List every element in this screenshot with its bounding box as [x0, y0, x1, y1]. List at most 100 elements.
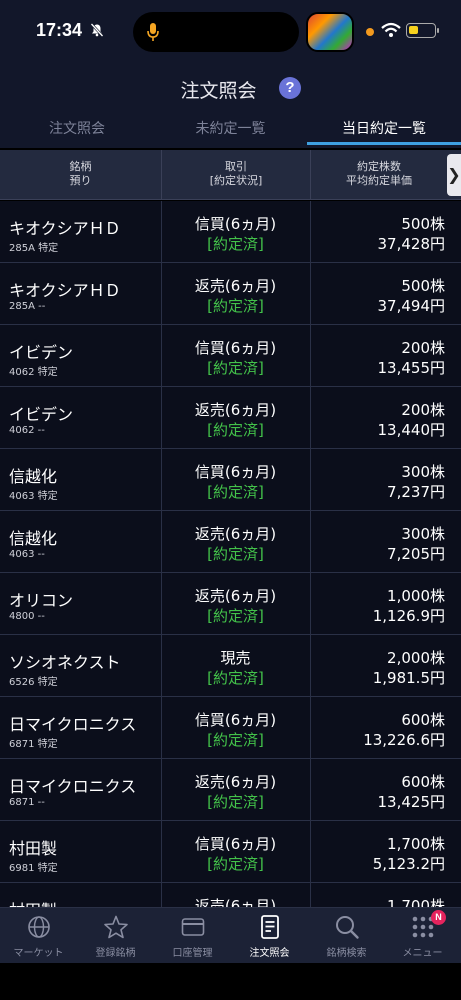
column-divider [310, 635, 311, 697]
trade-type: 信買(6ヵ月) [194, 835, 277, 853]
tab-unexecuted-list[interactable]: 未約定一覧 [154, 118, 307, 148]
table-header: 銘柄 預り 取引 [約定状況] 約定株数 平均約定単価 [0, 150, 461, 200]
column-divider [310, 325, 311, 387]
table-row[interactable]: 日マイクロニクス 6871 -- 返売(6ヵ月) [約定済] 600株 13,425円 [0, 759, 461, 821]
help-icon[interactable]: ? [279, 77, 301, 99]
trade-type: 返売(6ヵ月) [194, 897, 277, 907]
table-row[interactable]: イビデン 4062 -- 返売(6ヵ月) [約定済] 200株 13,440円 [0, 387, 461, 449]
status-time: 17:34 [36, 20, 83, 40]
stock-name: イビデン [9, 343, 74, 362]
header-price-label: 平均約定単価 [346, 174, 412, 187]
bell-slash-icon [90, 23, 104, 37]
executed-quantity: 200株 [401, 339, 445, 357]
card-icon [181, 918, 205, 936]
tabbar-label: 登録銘柄 [95, 948, 136, 959]
executed-quantity: 1,000株 [387, 587, 445, 605]
executed-quantity: 500株 [401, 277, 445, 295]
trade-type: 返売(6ヵ月) [194, 525, 277, 543]
search-icon [336, 916, 359, 939]
stock-code-account: 4062 特定 [9, 367, 58, 378]
executed-quantity: 600株 [401, 711, 445, 729]
column-divider [310, 263, 311, 325]
execution-status: [約定済] [207, 545, 264, 563]
tab-order-inquiry[interactable]: 注文照会 [0, 118, 154, 148]
executed-quantity: 300株 [401, 463, 445, 481]
stock-name: オリコン [9, 591, 74, 610]
trade-type: 信買(6ヵ月) [194, 215, 277, 233]
table-row[interactable]: 村田製 6981 特定 信買(6ヵ月) [約定済] 1,700株 5,123.2円 [0, 821, 461, 883]
tabbar-stock-search[interactable]: 銘柄検索 [308, 908, 385, 964]
notification-badge: N [431, 910, 446, 925]
trade-type: 返売(6ヵ月) [194, 401, 277, 419]
home-indicator-area [0, 963, 461, 1000]
stock-code-account: 6526 特定 [9, 677, 58, 688]
tabbar-account[interactable]: 口座管理 [154, 908, 231, 964]
status-bar: 17:34 [0, 0, 461, 62]
average-price: 1,126.9円 [372, 607, 445, 625]
bottom-tab-bar: マーケット 登録銘柄 口座管理 注文照会 銘柄検索 N メニュー [0, 907, 461, 963]
tabbar-market[interactable]: マーケット [0, 908, 77, 964]
average-price: 7,237円 [387, 483, 445, 501]
tabbar-label: マーケット [13, 948, 64, 959]
table-row[interactable]: オリコン 4800 -- 返売(6ヵ月) [約定済] 1,000株 1,126.9円 [0, 573, 461, 635]
table-row[interactable]: 信越化 4063 特定 信買(6ヵ月) [約定済] 300株 7,237円 [0, 449, 461, 511]
executed-quantity: 500株 [401, 215, 445, 233]
average-price: 13,440円 [377, 421, 446, 439]
execution-status: [約定済] [207, 731, 264, 749]
execution-status: [約定済] [207, 607, 264, 625]
stock-code-account: 4062 -- [9, 425, 45, 436]
tabbar-label: 注文照会 [249, 948, 290, 959]
trade-type: 返売(6ヵ月) [194, 277, 277, 295]
execution-status: [約定済] [207, 669, 264, 687]
header-trade: 取引 [約定状況] [162, 150, 310, 200]
header-quantity: 約定株数 平均約定単価 [311, 150, 447, 200]
trade-type: 現売 [220, 649, 251, 667]
scroll-right-button[interactable]: ❯ [447, 154, 461, 196]
execution-status: [約定済] [207, 793, 264, 811]
executed-quantity: 600株 [401, 773, 445, 791]
table-row[interactable]: ソシオネクスト 6526 特定 現売 [約定済] 2,000株 1,981.5円 [0, 635, 461, 697]
column-divider [310, 387, 311, 449]
column-divider [310, 883, 311, 907]
tabbar-menu[interactable]: N メニュー [384, 908, 461, 964]
table-row[interactable]: キオクシアＨＤ 285A -- 返売(6ヵ月) [約定済] 500株 37,494円 [0, 263, 461, 325]
execution-status: [約定済] [207, 297, 264, 315]
tabbar-watchlist[interactable]: 登録銘柄 [77, 908, 154, 964]
trade-type: 信買(6ヵ月) [194, 463, 277, 481]
header-custody-label: 預り [69, 174, 92, 187]
stock-code-account: 6981 特定 [9, 863, 58, 874]
executed-quantity: 2,000株 [387, 649, 445, 667]
table-row[interactable]: 日マイクロニクス 6871 特定 信買(6ヵ月) [約定済] 600株 13,226.6円 [0, 697, 461, 759]
average-price: 13,425円 [377, 793, 446, 811]
stock-name: 信越化 [9, 529, 58, 548]
table-row[interactable]: イビデン 4062 特定 信買(6ヵ月) [約定済] 200株 13,455円 [0, 325, 461, 387]
column-divider [310, 821, 311, 883]
executed-quantity: 1,700株 [387, 835, 445, 853]
trade-type: 信買(6ヵ月) [194, 339, 277, 357]
column-divider [310, 759, 311, 821]
average-price: 7,205円 [387, 545, 445, 563]
tabbar-order-inquiry[interactable]: 注文照会 [231, 908, 308, 964]
table-row[interactable]: 村田製 返売(6ヵ月) 1,700株 [0, 883, 461, 907]
average-price: 5,123.2円 [372, 855, 445, 873]
average-price: 37,428円 [377, 235, 446, 253]
stock-name: キオクシアＨＤ [9, 281, 121, 300]
star-icon [104, 915, 128, 939]
column-divider [310, 201, 311, 263]
table-row[interactable]: キオクシアＨＤ 285A 特定 信買(6ヵ月) [約定済] 500株 37,428円 [0, 201, 461, 263]
column-divider [310, 511, 311, 573]
header-stock: 銘柄 預り [0, 150, 161, 200]
executed-quantity: 300株 [401, 525, 445, 543]
stock-name: 村田製 [9, 839, 58, 858]
executed-quantity: 200株 [401, 401, 445, 419]
table-row[interactable]: 信越化 4063 -- 返売(6ヵ月) [約定済] 300株 7,205円 [0, 511, 461, 573]
column-divider [310, 573, 311, 635]
active-tab-indicator [307, 142, 461, 145]
page-title: 注文照会 [180, 80, 257, 102]
execution-status: [約定済] [207, 235, 264, 253]
battery-cap [437, 28, 439, 33]
document-icon [261, 915, 279, 939]
header-trade-label: 取引 [225, 160, 247, 173]
column-divider [310, 697, 311, 759]
stock-name: イビデン [9, 405, 74, 424]
